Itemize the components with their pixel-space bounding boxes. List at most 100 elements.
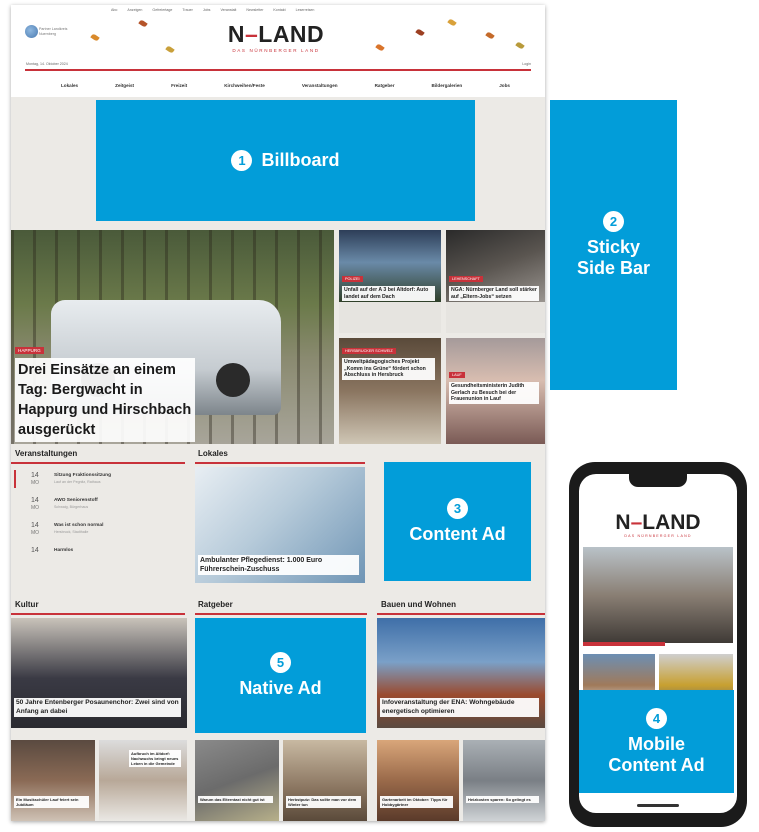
lokales-teaser[interactable]: Ambulanter Pflegedienst: 1.000 Euro Führ… [195, 467, 365, 583]
ad-placement-overview: Abo Anzeigen Gefreiertage Trauer Jobs Ve… [0, 0, 759, 832]
logo-tagline: DAS NÜRNBERGER LAND [232, 48, 320, 53]
ad-label: Mobile [628, 733, 685, 754]
event-title: Harmlos [54, 548, 74, 553]
mobile-hero-image[interactable] [583, 547, 733, 643]
ad-label: Billboard [261, 150, 340, 170]
top-link[interactable]: Abo [111, 8, 117, 12]
logo-land: LAND [258, 21, 325, 47]
teaser-tile[interactable]: LEHENSCHAFT NGA: Nürnberger Land soll st… [446, 230, 545, 333]
bottom-teaser[interactable]: Herbstputz: Das sollte man vor dem Winte… [283, 740, 367, 821]
event-location: Schwaig, Bürgerhaus [54, 505, 89, 509]
top-link[interactable]: Veranstalt [220, 8, 236, 12]
event-item[interactable]: 14 MO Sitzung Fraktionssitzung Lauf an d… [14, 470, 186, 490]
event-month: MO [31, 480, 40, 486]
leaf-icon [515, 41, 525, 50]
event-day: 14 [31, 522, 39, 529]
top-links: Abo Anzeigen Gefreiertage Trauer Jobs Ve… [111, 8, 505, 12]
partner-logo[interactable]: Partner Landkreis Nuernberg [25, 23, 75, 41]
top-link[interactable]: Kontakt [273, 8, 285, 12]
section-title-kultur[interactable]: Kultur [15, 600, 39, 609]
top-link[interactable]: Jobs [203, 8, 211, 12]
top-link[interactable]: Anzeigen [127, 8, 142, 12]
mobile-site-logo[interactable]: N–LAND DAS NÜRNBERGER LAND [579, 511, 737, 539]
teaser-caption: Gesundheitsministerin Judith Gerlach zu … [449, 382, 539, 404]
nav-item-bildergalerien[interactable]: Bildergalerien [432, 83, 463, 88]
bottom-teaser[interactable]: Gartenarbeit im Oktober: Tipps für Hobby… [377, 740, 459, 821]
event-title: Sitzung Fraktionssitzung [54, 473, 112, 478]
hero-category: HAPPURG [15, 347, 44, 354]
teaser-tile[interactable]: HERSBRUCKER SCHWEIZ Umweltpädagogisches … [339, 338, 441, 444]
section-rule [195, 613, 367, 615]
event-day: 14 [31, 472, 39, 479]
bottom-image [283, 740, 367, 821]
event-item[interactable]: 14 MO Was ist schon normal Hersbruck, St… [14, 520, 186, 540]
section-title-events[interactable]: Veranstaltungen [15, 449, 77, 458]
top-link[interactable]: Leserreisen [296, 8, 315, 12]
logo-land: LAND [642, 511, 701, 534]
leaf-icon [375, 43, 385, 52]
phone-notch [629, 474, 687, 487]
site-logo[interactable]: N–LAND DAS NÜRNBERGER LAND [201, 21, 351, 53]
bottom-image [11, 740, 95, 821]
nav-item-ratgeber[interactable]: Ratgeber [375, 83, 395, 88]
logo-n: N [227, 21, 245, 47]
teaser-tile[interactable]: LAUF Gesundheitsministerin Judith Gerlac… [446, 338, 545, 444]
section-rule [11, 613, 185, 615]
section-rule [195, 462, 365, 464]
nav-item-veranstaltungen[interactable]: Veranstaltungen [302, 83, 338, 88]
event-item[interactable]: 14 MO AWO Seniorenstoff Schwaig, Bürgerh… [14, 495, 186, 515]
ad-number-badge: 3 [447, 498, 468, 519]
nav-item-kirchweihen[interactable]: Kirchweihen/Feste [224, 83, 265, 88]
partner-text: Partner Landkreis Nuernberg [39, 27, 68, 36]
event-day: 14 [31, 547, 39, 554]
section-title-ratgeber[interactable]: Ratgeber [198, 600, 233, 609]
bottom-teaser[interactable]: Aufbruch im Altdorf: Nachwuchs bringt ne… [99, 740, 187, 821]
bottom-teaser[interactable]: Warum das Elterntaxi nicht gut ist [195, 740, 279, 821]
site-header: Abo Anzeigen Gefreiertage Trauer Jobs Ve… [11, 5, 545, 97]
ad-number-badge: 5 [270, 652, 291, 673]
ad-billboard: 1 Billboard [96, 100, 475, 221]
ad-label: Content Ad [608, 754, 705, 775]
top-link[interactable]: Newsletter [246, 8, 263, 12]
bottom-caption: Heizkosten sparen: So gelingt es [466, 796, 539, 803]
ad-number-badge: 1 [231, 150, 253, 171]
section-title-bauen[interactable]: Bauen und Wohnen [381, 600, 456, 609]
nav-item-jobs[interactable]: Jobs [499, 83, 510, 88]
teaser-caption: Unfall auf der A 3 bei Altdorf: Auto lan… [342, 286, 435, 302]
leaf-icon [415, 28, 425, 37]
section-rule [377, 613, 545, 615]
globe-icon [25, 25, 38, 38]
nav-item-zeitgeist[interactable]: Zeitgeist [115, 83, 134, 88]
teaser-caption: Umweltpädagogisches Projekt „Komm ins Gr… [342, 358, 435, 380]
top-link[interactable]: Trauer [182, 8, 192, 12]
logo-tagline: DAS NÜRNBERGER LAND [624, 534, 692, 538]
section-title-lokales[interactable]: Lokales [198, 449, 228, 458]
bottom-caption: Warum das Elterntaxi nicht gut ist [198, 796, 273, 803]
teaser-category: LEHENSCHAFT [449, 276, 483, 282]
hero-article[interactable]: HAPPURG Drei Einsätze an einem Tag: Berg… [11, 230, 334, 444]
logo-n: N [615, 511, 631, 534]
teaser-tile[interactable]: POLIZEI Unfall auf der A 3 bei Altdorf: … [339, 230, 441, 333]
teaser-category: POLIZEI [342, 276, 363, 282]
logo-dash: – [630, 511, 643, 534]
logo-wordmark: N–LAND [201, 21, 351, 47]
bottom-caption: Gartenarbeit im Oktober: Tipps für Hobby… [380, 796, 453, 808]
ad-label: Sticky [586, 237, 641, 257]
event-title: Was ist schon normal [54, 523, 104, 528]
top-link[interactable]: Gefreiertage [152, 8, 172, 12]
bauen-teaser[interactable]: Infoveranstaltung der ENA: Wohngebäude e… [377, 618, 545, 728]
login-link[interactable]: Login [522, 62, 531, 66]
bauen-caption: Infoveranstaltung der ENA: Wohngebäude e… [380, 698, 539, 718]
nav-item-freizeit[interactable]: Freizeit [171, 83, 187, 88]
leaf-icon [138, 19, 148, 28]
bottom-teaser[interactable]: Ein Musikschüler Lauf feiert sein Jubilä… [11, 740, 95, 821]
event-item[interactable]: 14 Harmlos [14, 545, 186, 565]
bottom-image [463, 740, 545, 821]
ad-label: Content Ad [409, 524, 506, 544]
event-day: 14 [31, 497, 39, 504]
event-title: AWO Seniorenstoff [54, 498, 98, 503]
nav-item-lokales[interactable]: Lokales [61, 83, 78, 88]
bottom-teaser[interactable]: Heizkosten sparen: So gelingt es [463, 740, 545, 821]
ad-number-badge: 4 [646, 707, 667, 729]
kultur-teaser[interactable]: 50 Jahre Entenberger Posaunenchor: Zwei … [11, 618, 187, 728]
